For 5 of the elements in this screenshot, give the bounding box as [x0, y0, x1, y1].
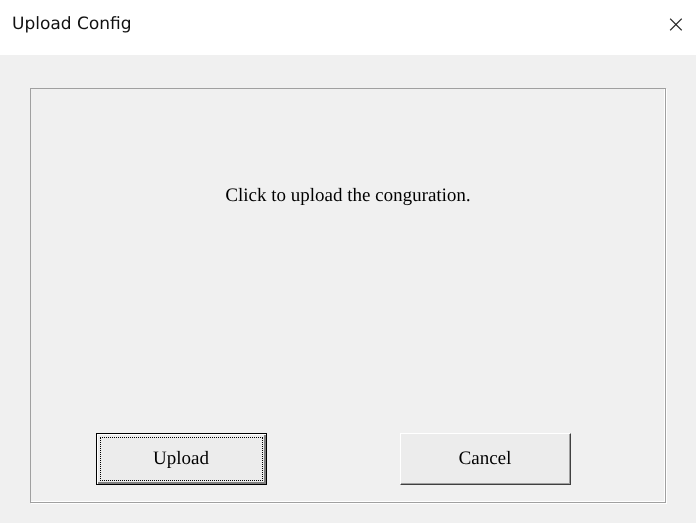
dialog-button[interactable]: Upload [96, 433, 266, 485]
message-text: Click to upload the conguration. [225, 185, 471, 208]
close-button[interactable]: × [662, 10, 690, 38]
dialog-button[interactable]: Cancel [400, 433, 570, 485]
window-title: Upload Config [12, 14, 132, 34]
